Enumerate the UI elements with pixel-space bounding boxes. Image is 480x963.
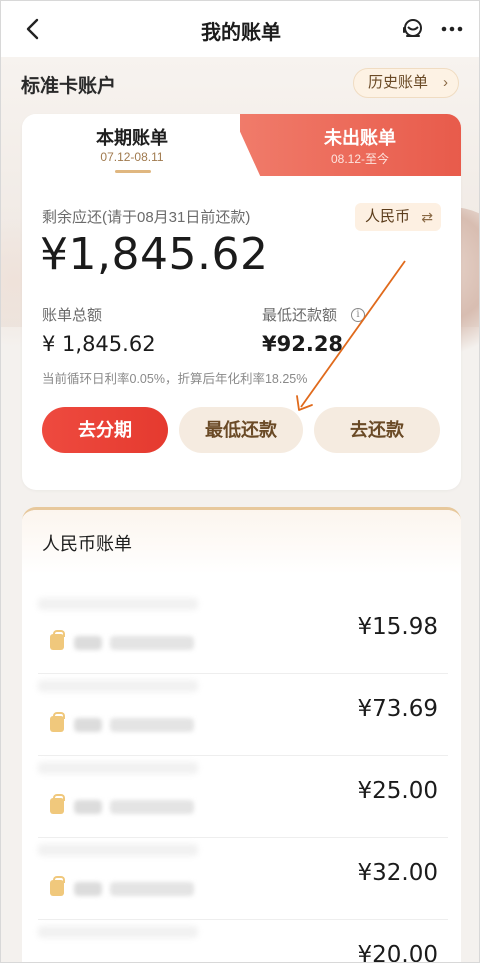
min-payment-button[interactable]: 最低还款 [179, 407, 303, 453]
redacted-merchant [38, 844, 198, 856]
shopping-bag-icon [50, 794, 65, 814]
redacted-text [74, 718, 102, 732]
interest-rate-note: 当前循环日利率0.05%，折算后年化利率18.25% [42, 372, 308, 386]
history-bills-button[interactable]: 历史账单 › [353, 68, 459, 98]
redacted-merchant [38, 762, 198, 774]
bill-page: 我的账单 标准卡账户 历史账单 › 本期账单 07.12-08.11 未出账单 … [0, 0, 480, 963]
info-icon[interactable]: i [351, 308, 365, 322]
transaction-amount: ¥15.98 [357, 614, 438, 640]
transactions-card: 人民币账单 ¥15.98 ¥73.69 ¥25.00 ¥32.00 ¥20.00 [22, 507, 461, 963]
min-payment-value: ¥92.28 [262, 332, 344, 356]
list-item[interactable]: ¥73.69 [38, 674, 448, 756]
customer-service-icon[interactable] [398, 14, 428, 44]
redacted-date [110, 636, 194, 650]
installment-button[interactable]: 去分期 [42, 407, 168, 453]
remaining-due-label: 剩余应还(请于08月31日前还款) [42, 209, 251, 226]
account-title: 标准卡账户 [21, 76, 117, 97]
transactions-title: 人民币账单 [42, 534, 132, 554]
swap-icon: ⇄ [421, 209, 433, 225]
redacted-date [110, 882, 194, 896]
transaction-amount: ¥32.00 [357, 860, 438, 886]
redacted-text [74, 882, 102, 896]
chevron-right-icon: › [443, 74, 448, 91]
redacted-merchant [38, 926, 198, 938]
bill-total-value: ¥ 1,845.62 [42, 332, 156, 356]
transaction-amount: ¥25.00 [357, 778, 438, 804]
shopping-bag-icon [50, 712, 65, 732]
list-item[interactable]: ¥20.00 [38, 920, 448, 963]
transaction-amount: ¥73.69 [357, 696, 438, 722]
redacted-date [110, 800, 194, 814]
history-bills-label: 历史账单 [368, 74, 429, 91]
transaction-amount: ¥20.00 [357, 942, 438, 963]
redacted-merchant [38, 598, 198, 610]
repay-button[interactable]: 去还款 [314, 407, 440, 453]
shopping-bag-icon [50, 630, 65, 650]
currency-switch[interactable]: 人民币 ⇄ [355, 203, 441, 231]
list-item[interactable]: ¥32.00 [38, 838, 448, 920]
more-options-icon[interactable] [437, 14, 467, 44]
redacted-text [74, 636, 102, 650]
tab-unbilled-label: 未出账单 [324, 128, 396, 148]
redacted-merchant [38, 680, 198, 692]
shopping-bag-icon [50, 876, 65, 896]
tab-unbilled-dates: 08.12-至今 [330, 152, 390, 166]
tab-current-bill-label: 本期账单 [96, 128, 168, 148]
redacted-date [110, 718, 194, 732]
min-payment-label: 最低还款额 [262, 307, 338, 324]
bill-summary-card: 本期账单 07.12-08.11 未出账单 08.12-至今 剩余应还(请于08… [22, 114, 461, 490]
top-navigation-bar: 我的账单 [1, 1, 479, 57]
tab-current-bill-dates: 07.12-08.11 [100, 150, 164, 164]
redacted-text [74, 800, 102, 814]
list-item[interactable]: ¥15.98 [38, 592, 448, 674]
remaining-amount: ¥1,845.62 [40, 229, 269, 280]
bill-total-label: 账单总额 [42, 307, 103, 324]
list-item[interactable]: ¥25.00 [38, 756, 448, 838]
active-tab-indicator [115, 170, 151, 173]
transactions-header: 人民币账单 [22, 510, 461, 574]
currency-label: 人民币 [365, 208, 411, 225]
